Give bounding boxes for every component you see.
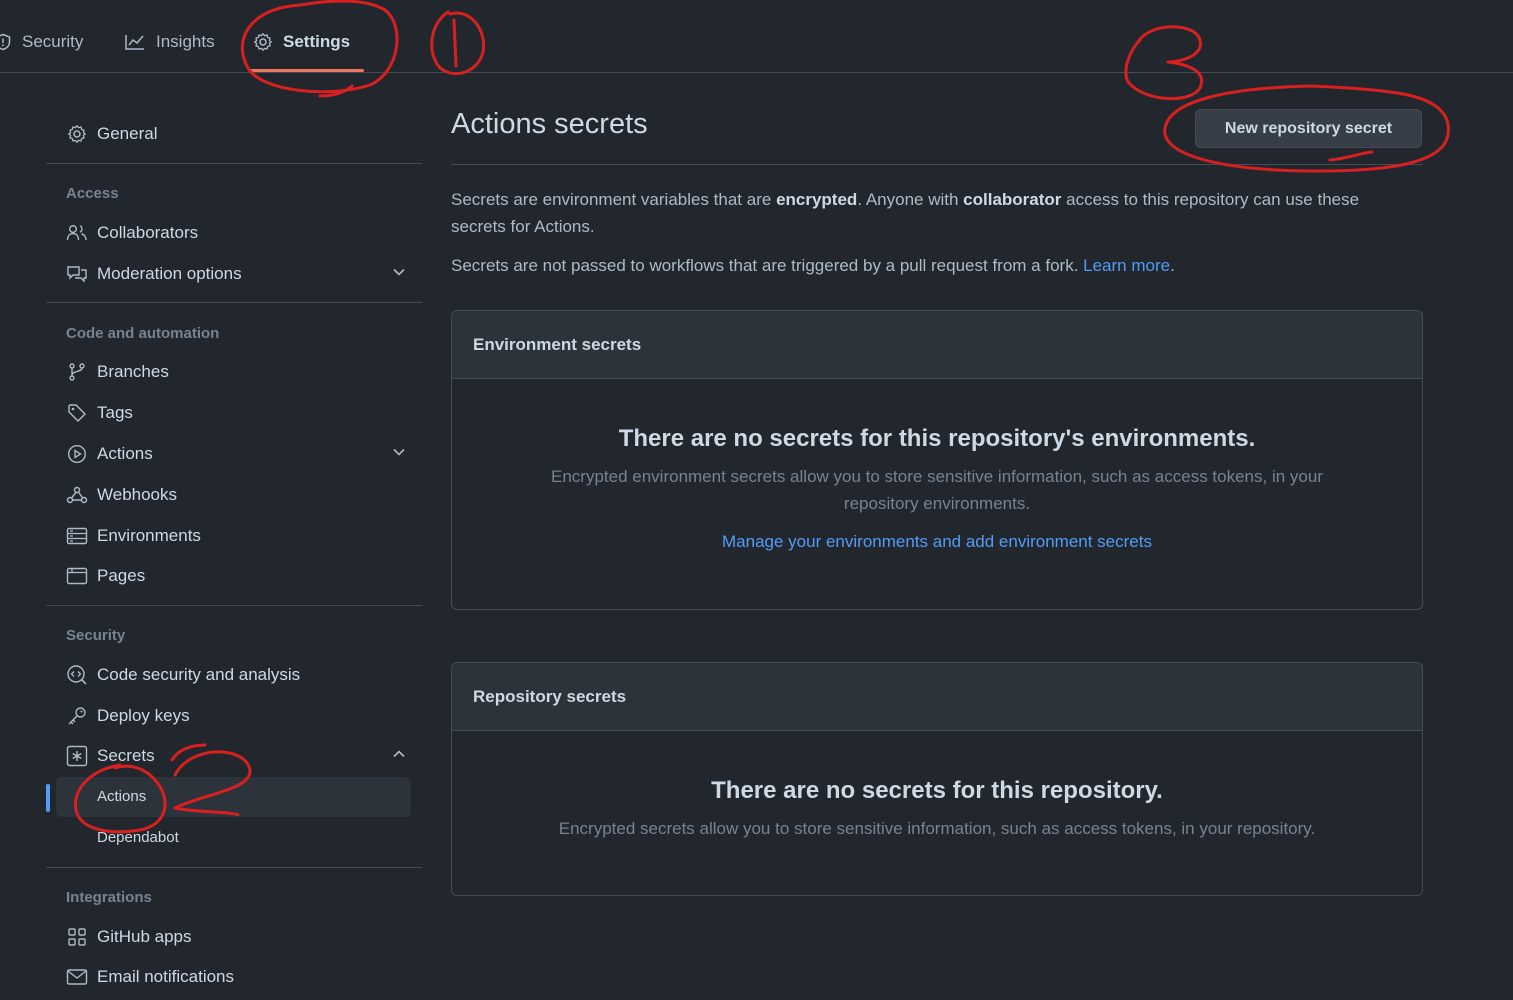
intro-text: . Anyone with (857, 190, 964, 209)
sidebar-subitem-dependabot[interactable]: Dependabot (97, 829, 179, 846)
page-title: Actions secrets (451, 108, 648, 140)
sidebar-divider (46, 605, 422, 606)
sidebar-heading-security: Security (66, 627, 126, 644)
intro-text: Secrets are environment variables that a… (451, 190, 777, 209)
git-branch-icon (66, 361, 88, 383)
codescan-icon (66, 664, 88, 686)
shield-icon (0, 33, 11, 51)
sidebar-item-general[interactable]: General (66, 117, 406, 151)
sidebar-item-secrets[interactable]: Secrets (66, 739, 406, 773)
chevron-down-icon (393, 268, 405, 276)
env-blankslate-description: Encrypted environment secrets allow you … (551, 467, 1323, 513)
tab-insights-label: Insights (156, 32, 215, 51)
sidebar-divider (46, 867, 422, 868)
sidebar-subitem-actions[interactable]: Actions (97, 788, 146, 805)
tag-icon (66, 402, 88, 424)
sidebar-item-label: Actions (97, 444, 153, 463)
sidebar-item-collaborators[interactable]: Collaborators (66, 216, 406, 250)
sidebar-item-label: Secrets (97, 746, 155, 765)
comment-discussion-icon (66, 263, 88, 285)
repo-blankslate-description: Encrypted secrets allow you to store sen… (558, 819, 1316, 838)
sidebar-item-code-security[interactable]: Code security and analysis (66, 658, 406, 692)
sidebar-item-label: Code security and analysis (97, 665, 301, 684)
repository-secrets-box: Repository secrets There are no secrets … (451, 662, 1423, 896)
sidebar-item-label: Email notifications (97, 967, 235, 986)
intro-bold-collaborator: collaborator (963, 190, 1062, 209)
sidebar-item-deploy-keys[interactable]: Deploy keys (66, 699, 406, 733)
sidebar-item-pages[interactable]: Pages (66, 559, 406, 593)
environment-secrets-header: Environment secrets (452, 311, 1422, 379)
fork-notice-period: . (1170, 256, 1175, 275)
gear-icon (253, 32, 273, 52)
intro-paragraph: Secrets are environment variables that a… (451, 186, 1411, 240)
browser-icon (66, 565, 88, 587)
sidebar-item-label: Tags (97, 403, 133, 422)
environment-secrets-box: Environment secrets There are no secrets… (451, 310, 1423, 610)
mail-icon (66, 966, 88, 988)
sidebar-item-label: Branches (97, 362, 169, 381)
sidebar-item-label: GitHub apps (97, 927, 192, 946)
tab-settings[interactable]: Settings (253, 22, 350, 62)
sidebar-item-environments[interactable]: Environments (66, 519, 406, 553)
key-asterisk-icon (66, 745, 88, 767)
chevron-up-icon (393, 750, 405, 758)
tab-security-label: Security (22, 32, 84, 51)
sidebar-item-label: General (97, 124, 158, 143)
title-divider (451, 164, 1423, 165)
chevron-down-icon (393, 448, 405, 456)
sidebar-heading-access: Access (66, 185, 119, 202)
active-item-indicator (46, 784, 50, 812)
sidebar-item-label: Pages (97, 566, 146, 585)
sidebar-divider (46, 302, 422, 303)
sidebar-item-github-apps[interactable]: GitHub apps (66, 920, 406, 954)
sidebar-heading-integrations: Integrations (66, 889, 152, 906)
selected-tab-indicator (249, 69, 364, 72)
tab-settings-label: Settings (283, 32, 351, 51)
sidebar-item-moderation-options[interactable]: Moderation options (66, 257, 406, 291)
graph-icon (125, 35, 144, 50)
sidebar-item-label: Moderation options (97, 264, 242, 283)
sidebar-item-label: Environments (97, 526, 201, 545)
gear-icon (66, 123, 88, 145)
manage-environments-link[interactable]: Manage your environments and add environ… (452, 532, 1422, 552)
sidebar-item-label: Collaborators (97, 223, 199, 242)
sidebar-divider (46, 163, 422, 164)
server-icon (66, 525, 88, 547)
play-icon (66, 443, 88, 465)
sidebar-item-actions[interactable]: Actions (66, 437, 406, 471)
sidebar-item-tags[interactable]: Tags (66, 396, 406, 430)
sidebar-item-email-notifications[interactable]: Email notifications (66, 960, 406, 994)
tab-insights[interactable]: Insights (124, 22, 215, 62)
people-icon (66, 222, 88, 244)
learn-more-link[interactable]: Learn more (1083, 256, 1170, 275)
new-repository-secret-button[interactable]: New repository secret (1195, 109, 1422, 148)
sidebar-item-label: Webhooks (97, 485, 178, 504)
sidebar-item-branches[interactable]: Branches (66, 355, 406, 389)
key-icon (66, 705, 88, 727)
webhook-icon (66, 484, 88, 506)
tab-security[interactable]: Security (0, 22, 83, 62)
repo-blankslate-title: There are no secrets for this repository… (711, 777, 1163, 804)
fork-notice: Secrets are not passed to workflows that… (451, 252, 1411, 279)
fork-notice-text: Secrets are not passed to workflows that… (451, 256, 1084, 275)
repository-secrets-header: Repository secrets (452, 663, 1422, 731)
env-blankslate-title: There are no secrets for this repository… (618, 425, 1256, 452)
sidebar-heading-code-automation: Code and automation (66, 325, 220, 342)
apps-icon (66, 926, 88, 948)
intro-bold-encrypted: encrypted (776, 190, 858, 209)
sidebar-item-webhooks[interactable]: Webhooks (66, 478, 406, 512)
sidebar-item-label: Deploy keys (97, 706, 190, 725)
repo-top-nav: Security Insights Settings (0, 0, 1513, 73)
